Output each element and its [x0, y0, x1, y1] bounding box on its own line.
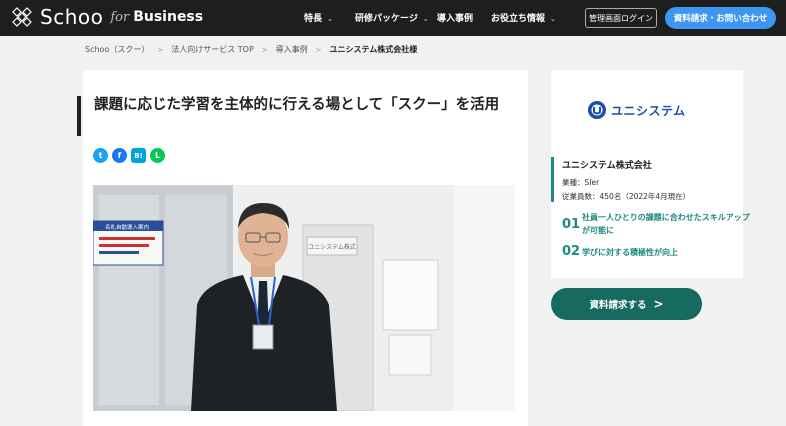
article-title: 課題に応じた学習を主体的に行える場として「スクー」を活用: [94, 97, 500, 113]
arrow-right-icon: >: [653, 297, 664, 311]
result-point-text: 学びに対する積極性が向上: [582, 248, 678, 257]
photo-illustration: ユニシステム株式 名札自動導入案内: [93, 185, 515, 411]
breadcrumb-current: ユニシステム株式会社様: [329, 45, 418, 54]
nav-training-packages-label: 研修パッケージ: [355, 14, 418, 24]
twitter-share-icon[interactable]: t: [93, 148, 108, 163]
nav-case-studies-label: 導入事例: [437, 14, 474, 24]
article-hero-photo: ユニシステム株式 名札自動導入案内: [93, 185, 515, 411]
breadcrumb-case-studies[interactable]: 導入事例: [276, 44, 308, 55]
logo-for: for: [110, 9, 130, 25]
breadcrumb: Schoo（スクー） > 法人向けサービス TOP > 導入事例 > ユニシステ…: [85, 44, 417, 55]
result-point: 02 学びに対する積極性が向上: [562, 244, 752, 259]
photo-door-label: ユニシステム株式: [308, 243, 356, 251]
chevron-down-icon: ⌄: [327, 15, 333, 23]
title-accent-bar: [77, 96, 81, 136]
hatena-bookmark-icon[interactable]: B!: [131, 148, 146, 163]
company-logo: ユニシステム: [587, 100, 686, 120]
nav-useful-info[interactable]: お役立ち情報 ⌄: [491, 11, 556, 24]
schoo-logo-icon: [12, 7, 32, 27]
facebook-share-icon[interactable]: f: [112, 148, 127, 163]
logo-wordmark: Schoo: [40, 5, 104, 29]
chevron-down-icon: ⌄: [550, 15, 556, 23]
company-logo-text: ユニシステム: [611, 103, 686, 118]
result-point-number: 01: [562, 217, 581, 232]
admin-login-button[interactable]: 管理画面ログイン: [585, 8, 657, 28]
nav-features-label: 特長: [304, 14, 323, 24]
company-industry: 業種：SIer: [562, 178, 600, 187]
line-share-icon[interactable]: L: [150, 148, 165, 163]
breadcrumb-separator-icon: >: [315, 45, 322, 54]
company-employees: 従業員数：450名（2022年4月現在）: [562, 192, 691, 201]
nav-case-studies[interactable]: 導入事例: [437, 11, 473, 24]
breadcrumb-home[interactable]: Schoo（スクー）: [85, 44, 149, 55]
logo-business: Business: [133, 9, 204, 25]
result-point: 01 社員一人ひとりの課題に合わせたスキルアップが可能に: [562, 211, 752, 237]
site-header: Schoo for Business 特長 ⌄ 研修パッケージ ⌄ 導入事例 お役立…: [0, 0, 786, 36]
company-accent-bar: [551, 157, 554, 202]
chevron-down-icon: ⌄: [422, 15, 429, 23]
photo-sign-label: 名札自動導入案内: [105, 223, 149, 231]
schoo-logo[interactable]: Schoo for Business: [12, 5, 203, 29]
request-materials-button[interactable]: 資料請求する >: [551, 288, 702, 320]
request-materials-label: 資料請求する: [589, 300, 647, 311]
share-buttons: t f B! L: [93, 148, 169, 163]
result-point-text: 社員一人ひとりの課題に合わせたスキルアップが可能に: [582, 213, 750, 235]
nav-training-packages[interactable]: 研修パッケージ ⌄: [355, 11, 429, 24]
result-point-number: 02: [562, 244, 581, 259]
breadcrumb-separator-icon: >: [261, 45, 268, 54]
breadcrumb-service-top[interactable]: 法人向けサービス TOP: [171, 44, 254, 55]
contact-button[interactable]: 資料請求・お問い合わせ: [665, 7, 776, 29]
breadcrumb-separator-icon: >: [157, 45, 164, 54]
nav-useful-info-label: お役立ち情報: [491, 14, 546, 24]
unisystem-logo-icon: [588, 101, 606, 119]
nav-features[interactable]: 特長 ⌄: [304, 11, 333, 24]
company-name: ユニシステム株式会社: [562, 161, 652, 171]
